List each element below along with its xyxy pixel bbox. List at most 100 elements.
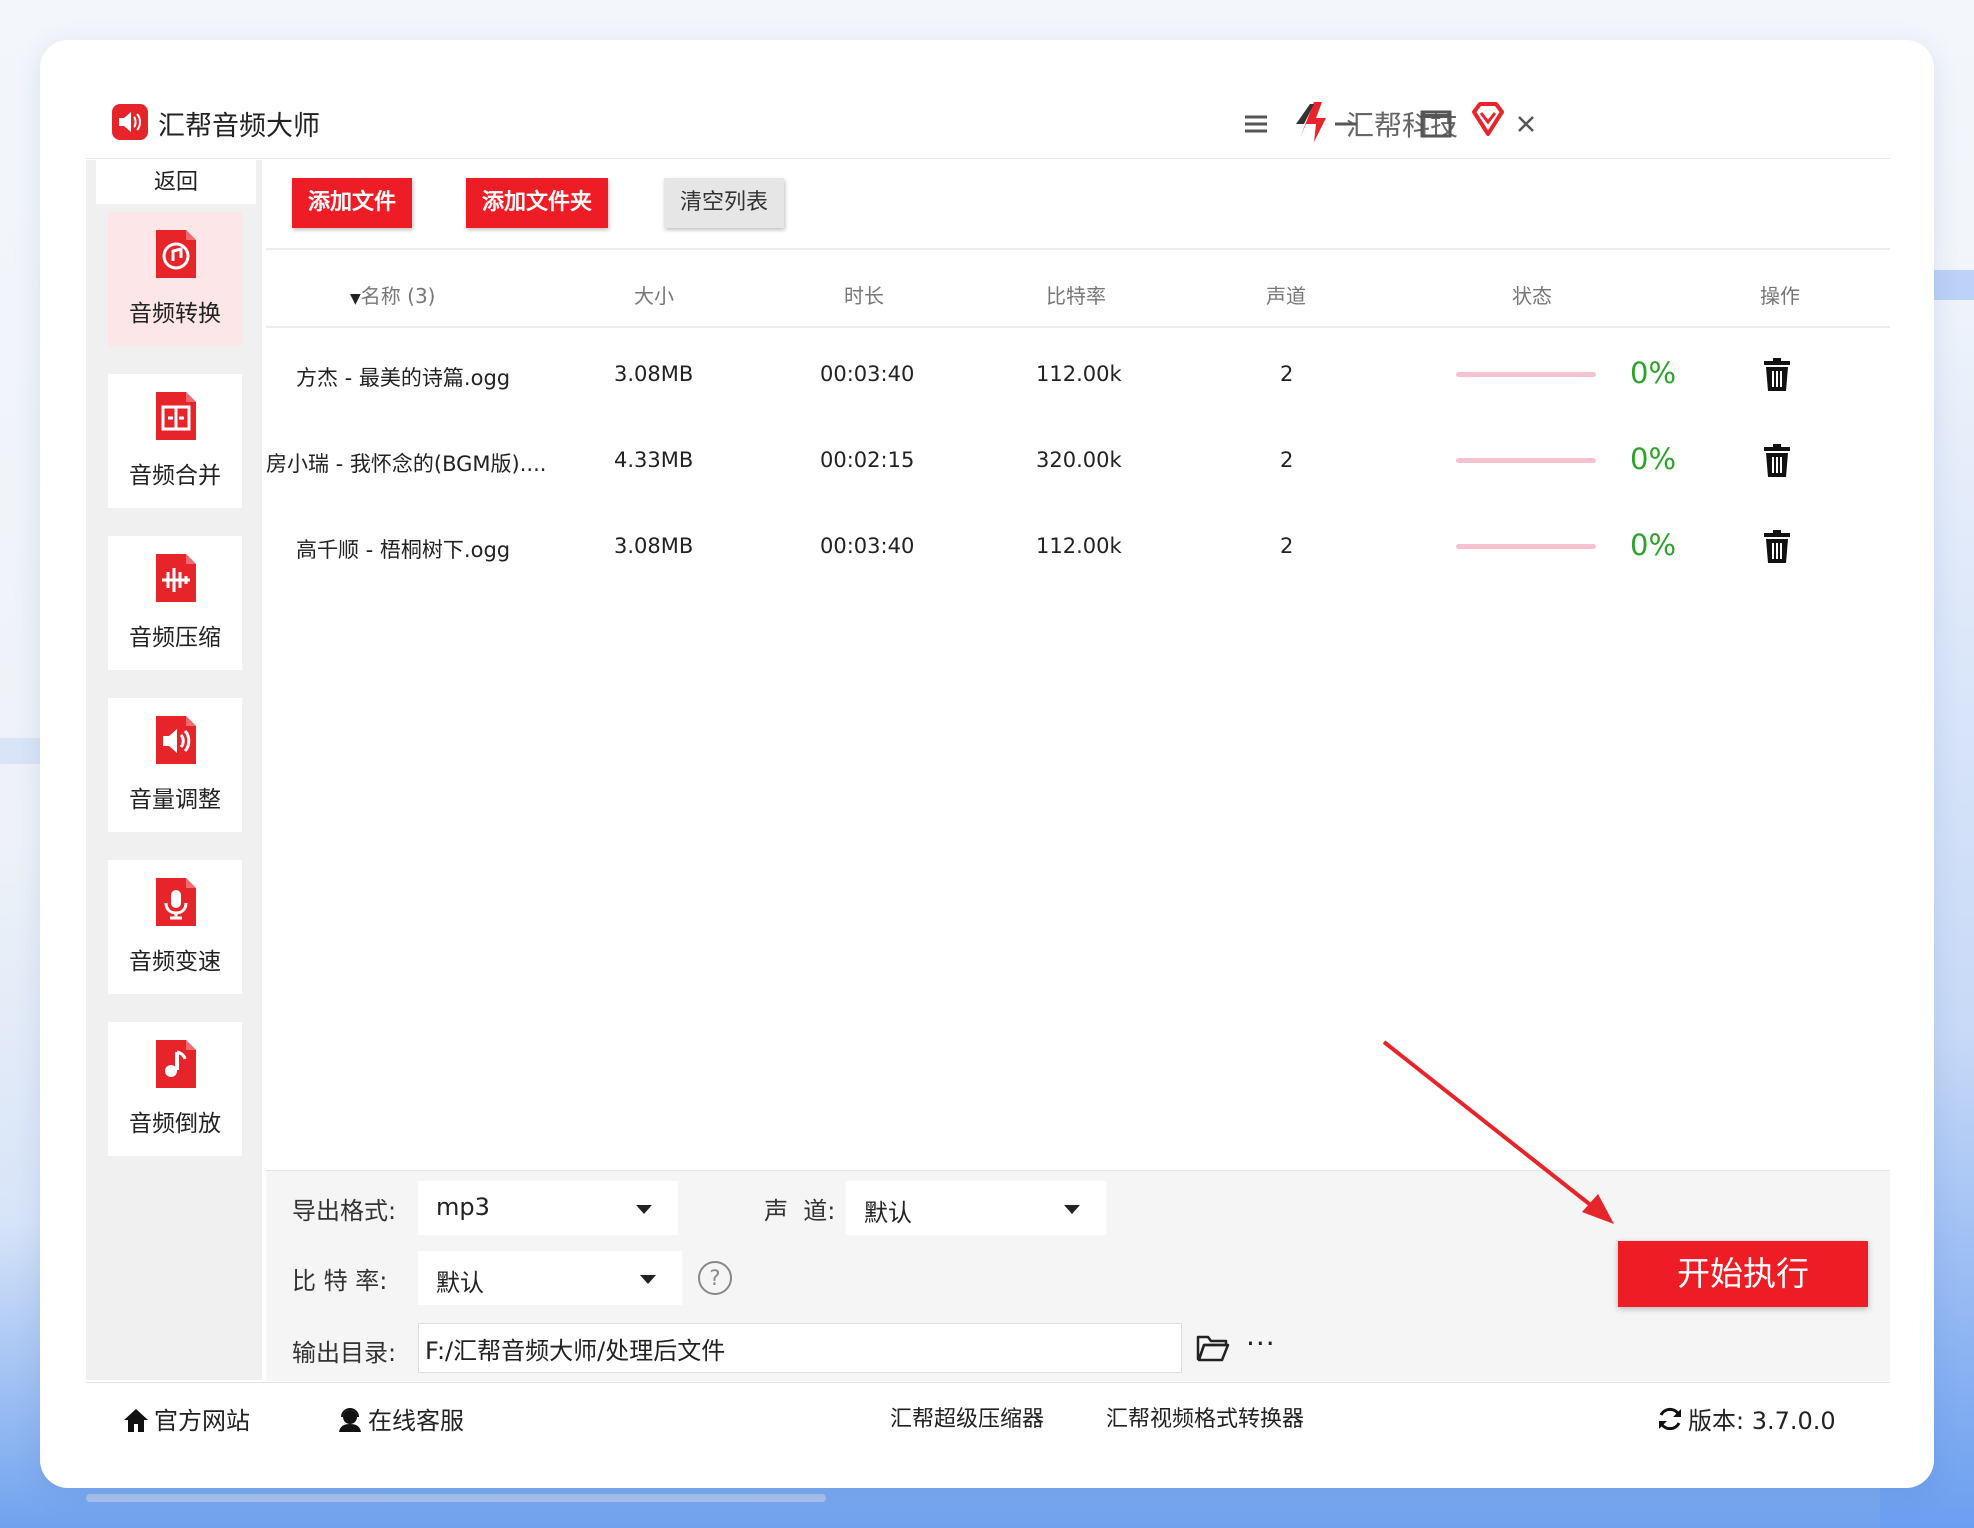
trash-icon[interactable] <box>1762 358 1792 392</box>
refresh-icon <box>1659 1407 1681 1431</box>
channel-value: 默认 <box>864 1199 912 1227</box>
audio-convert-icon <box>156 230 196 278</box>
chevron-down-icon <box>640 1275 656 1284</box>
channel-label: 声 道: <box>764 1197 836 1225</box>
audio-compress-icon <box>156 554 196 602</box>
progress-bar <box>1456 458 1596 463</box>
compressor-link[interactable]: 汇帮超级压缩器 <box>890 1401 1044 1433</box>
chevron-down-icon <box>1064 1205 1080 1214</box>
audio-merge-icon <box>156 392 196 440</box>
column-bitrate-header[interactable]: 比特率 <box>1046 280 1106 309</box>
add-file-button[interactable]: 添加文件 <box>292 178 412 228</box>
sidebar-item-volume[interactable]: 音量调整 <box>108 698 242 832</box>
output-dir-input[interactable] <box>418 1323 1182 1373</box>
file-bitrate: 112.00k <box>1036 362 1122 386</box>
file-size: 3.08MB <box>614 362 694 386</box>
file-size: 4.33MB <box>614 448 694 472</box>
help-icon[interactable]: ? <box>698 1261 732 1295</box>
microphone-icon <box>156 878 196 926</box>
file-channels: 2 <box>1280 448 1294 472</box>
output-dir-label: 输出目录: <box>292 1339 397 1367</box>
more-options-button[interactable]: ··· <box>1246 1327 1276 1360</box>
progress-percent: 0% <box>1630 442 1677 476</box>
folder-open-icon[interactable] <box>1196 1333 1230 1363</box>
sidebar-item-audio-compress[interactable]: 音频压缩 <box>108 536 242 670</box>
file-size: 3.08MB <box>614 534 694 558</box>
bitrate-label: 比 特 率: <box>292 1267 388 1295</box>
file-name: 高千顺 - 梧桐树下.ogg <box>296 538 511 562</box>
sidebar: 返回 音频转换 音频合并 音频压缩 音量调整 音频变速 音频倒放 <box>86 160 262 1380</box>
toolbar: 添加文件 添加文件夹 清空列表 <box>266 160 1890 250</box>
sidebar-item-label: 音频压缩 <box>129 625 221 651</box>
file-bitrate: 320.00k <box>1036 448 1122 472</box>
output-settings: 导出格式: mp3 声 道: 默认 比 特 率: 默认 ? 输出目录: F:/汇… <box>266 1170 1890 1381</box>
close-button[interactable] <box>1506 104 1546 144</box>
sidebar-item-audio-merge[interactable]: 音频合并 <box>108 374 242 508</box>
app-title: 汇帮音频大师 <box>158 111 320 142</box>
progress-percent: 0% <box>1630 356 1677 390</box>
main-panel: 添加文件 添加文件夹 清空列表 ▼名称 (3) 大小 时长 比特率 声道 状态 … <box>266 160 1890 1381</box>
official-website-link[interactable]: 官方网站 <box>122 1401 250 1436</box>
channel-select[interactable]: 默认 <box>846 1181 1106 1235</box>
column-action-header: 操作 <box>1760 284 1800 308</box>
footer: 官方网站 在线客服 汇帮超级压缩器 汇帮视频格式转换器 版本: 3.7.0.0 <box>86 1382 1890 1447</box>
sidebar-item-audio-convert[interactable]: 音频转换 <box>108 212 242 346</box>
maximize-button[interactable] <box>1416 104 1456 144</box>
start-button[interactable]: 开始执行 <box>1618 1241 1868 1307</box>
music-note-icon <box>156 1040 196 1088</box>
file-channels: 2 <box>1280 362 1294 386</box>
progress-bar <box>1456 544 1596 549</box>
chevron-down-icon <box>636 1205 652 1214</box>
progress-bar <box>1456 372 1596 377</box>
maximize-icon <box>1420 110 1452 138</box>
column-status-header: 状态 <box>1512 284 1552 308</box>
sidebar-item-label: 音频转换 <box>129 301 221 327</box>
background-scrollbar <box>86 1494 826 1502</box>
trash-icon[interactable] <box>1762 530 1792 564</box>
column-size-header[interactable]: 大小 <box>634 280 674 309</box>
speaker-icon <box>112 104 148 140</box>
file-duration: 00:03:40 <box>820 362 915 386</box>
sidebar-item-audio-reverse[interactable]: 音频倒放 <box>108 1022 242 1156</box>
add-folder-button[interactable]: 添加文件夹 <box>466 178 608 228</box>
sidebar-item-audio-speed[interactable]: 音频变速 <box>108 860 242 994</box>
sidebar-item-label: 音量调整 <box>129 787 221 813</box>
sidebar-item-label: 音频合并 <box>129 463 221 489</box>
column-duration-header[interactable]: 时长 <box>844 280 884 309</box>
file-name: 房小瑞 - 我怀念的(BGM版).... <box>266 452 547 476</box>
format-label: 导出格式: <box>292 1197 397 1225</box>
format-select[interactable]: mp3 <box>418 1181 678 1235</box>
trash-icon[interactable] <box>1762 444 1792 478</box>
app-window: 汇帮音频大师 汇帮科技 返回 音频转换 音频合并 音频压缩 音量调整 音频变速 … <box>86 86 1890 1448</box>
video-converter-link[interactable]: 汇帮视频格式转换器 <box>1106 1401 1304 1433</box>
version-info[interactable]: 版本: 3.7.0.0 <box>1656 1401 1836 1436</box>
vip-diamond-icon[interactable] <box>1468 100 1508 140</box>
sidebar-item-label: 音频倒放 <box>129 1111 221 1137</box>
bitrate-select[interactable]: 默认 <box>418 1251 682 1305</box>
sort-down-icon: ▼ <box>350 291 361 307</box>
minimize-button[interactable] <box>1326 104 1366 144</box>
title-bar: 汇帮音频大师 汇帮科技 <box>86 86 1890 159</box>
column-channels-header[interactable]: 声道 <box>1266 280 1306 309</box>
table-row[interactable]: 方杰 - 最美的诗篇.ogg 3.08MB 00:03:40 112.00k 2… <box>266 332 1890 418</box>
volume-icon <box>156 716 196 764</box>
file-duration: 00:03:40 <box>820 534 915 558</box>
column-name-header[interactable]: ▼名称 (3) <box>350 280 435 309</box>
sidebar-item-label: 音频变速 <box>129 949 221 975</box>
home-icon <box>124 1409 148 1432</box>
table-header: ▼名称 (3) 大小 时长 比特率 声道 状态 操作 <box>266 256 1890 328</box>
table-row[interactable]: 高千顺 - 梧桐树下.ogg 3.08MB 00:03:40 112.00k 2… <box>266 504 1890 590</box>
online-support-link[interactable]: 在线客服 <box>336 1401 464 1436</box>
file-bitrate: 112.00k <box>1036 534 1122 558</box>
menu-button[interactable] <box>1236 104 1276 144</box>
format-value: mp3 <box>436 1193 490 1221</box>
bitrate-value: 默认 <box>436 1269 484 1297</box>
clear-list-button[interactable]: 清空列表 <box>664 178 784 228</box>
hamburger-icon <box>1245 115 1267 133</box>
close-icon <box>1518 116 1534 132</box>
file-channels: 2 <box>1280 534 1294 558</box>
back-button[interactable]: 返回 <box>96 160 256 204</box>
table-row[interactable]: 房小瑞 - 我怀念的(BGM版).... 4.33MB 00:02:15 320… <box>266 418 1890 504</box>
minimize-icon <box>1335 122 1357 126</box>
file-name: 方杰 - 最美的诗篇.ogg <box>296 366 511 390</box>
